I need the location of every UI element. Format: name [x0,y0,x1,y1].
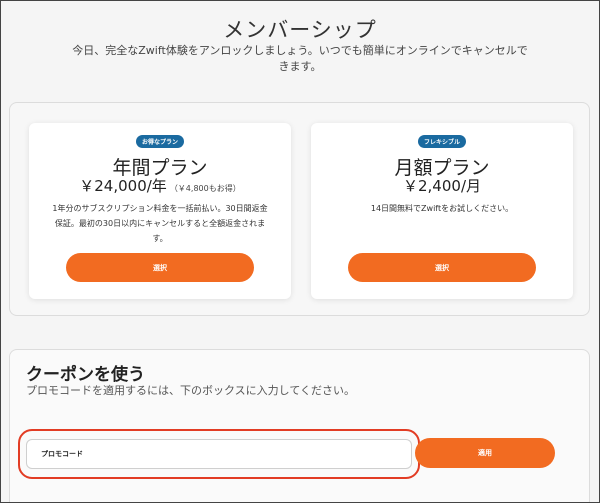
plan-description: 1年分のサブスクリプション料金を一括前払い。30日間返金保証。最初の30日以内に… [52,204,268,243]
plan-price-row: ￥2,400/月 [311,175,573,196]
coupon-panel: クーポンを使う プロモコードを適用するには、下のボックスに入力してください。 適… [9,349,590,503]
plan-price: ￥2,400/月 [403,177,481,195]
plan-card-monthly: フレキシブル 月額プラン ￥2,400/月 14日間無料でZwiftをお試しくだ… [311,123,573,299]
page-title: メンバーシップ [223,18,377,42]
apply-button[interactable]: 適用 [415,438,555,468]
coupon-description: プロモコードを適用するには、下のボックスに入力してください。 [26,384,356,397]
plan-price-row: ￥24,000/年 （￥4,800もお得） [29,175,291,196]
plan-price: ￥24,000/年 [79,177,167,195]
plan-badge: お得なプラン [135,135,185,148]
select-monthly-button[interactable]: 選択 [348,253,536,282]
plans-panel: お得なプラン 年間プラン ￥24,000/年 （￥4,800もお得） 1年分のサブ… [9,102,590,316]
plan-savings: （￥4,800もお得） [169,184,241,193]
page-subtitle: 今日、完全なZwift体験をアンロックしましょう。いつでも簡単にオンラインでキャ… [72,44,528,73]
plan-description: 14日間無料でZwiftをお試しください。 [370,204,514,213]
plan-badge: フレキシブル [417,135,467,148]
promo-code-input[interactable] [26,439,412,469]
select-annual-button[interactable]: 選択 [66,253,254,282]
plan-card-annual: お得なプラン 年間プラン ￥24,000/年 （￥4,800もお得） 1年分のサブ… [29,123,291,299]
